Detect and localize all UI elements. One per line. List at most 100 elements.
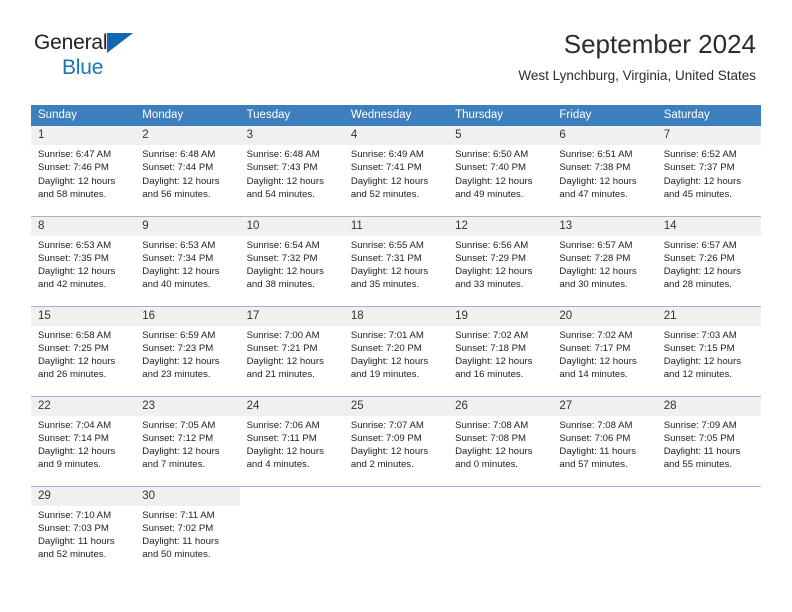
daylight-text-line1: Daylight: 12 hours: [663, 175, 742, 187]
logo-top-line: General: [34, 32, 214, 55]
day-details: Sunrise: 6:56 AM Sunset: 7:29 PM Daylight:…: [448, 236, 552, 292]
day-details: Sunrise: 6:57 AM Sunset: 7:26 PM Daylight:…: [657, 236, 761, 292]
sunset-text: Sunset: 7:31 PM: [350, 252, 422, 264]
day-details: Sunrise: 7:04 AM Sunset: 7:14 PM Daylight:…: [31, 416, 135, 472]
calendar-day-cell[interactable]: 22 Sunrise: 7:04 AM Sunset: 7:14 PM Dayligh…: [31, 395, 136, 486]
calendar-day-cell[interactable]: 5 Sunrise: 6:50 AM Sunset: 7:40 PM Daylight…: [448, 126, 553, 216]
calendar-day-cell[interactable]: 19 Sunrise: 7:02 AM Sunset: 7:18 PM Dayligh…: [448, 305, 553, 396]
sunrise-text: Sunrise: 6:53 AM: [38, 239, 112, 251]
calendar-day-cell[interactable]: 4 Sunrise: 6:49 AM Sunset: 7:41 PM Daylight…: [343, 126, 449, 216]
day-number: 10: [239, 216, 344, 236]
daylight-text-line1: Daylight: 12 hours: [38, 266, 116, 278]
daylight-text-line2: and 33 minutes.: [455, 279, 524, 291]
calendar-day-cell[interactable]: 6 Sunrise: 6:51 AM Sunset: 7:38 PM Daylight…: [552, 126, 657, 216]
daylight-text-line1: Daylight: 11 hours: [559, 446, 637, 458]
calendar-day-cell[interactable]: 9 Sunrise: 6:53 AM Sunset: 7:34 PM Daylight…: [135, 215, 240, 306]
calendar-day-cell[interactable]: 26 Sunrise: 7:08 AM Sunset: 7:08 PM Dayligh…: [448, 395, 553, 486]
daylight-text-line2: and 42 minutes.: [38, 279, 107, 291]
calendar-day-cell[interactable]: 7 Sunrise: 6:52 AM Sunset: 7:37 PM Daylight…: [656, 126, 761, 216]
calendar-day-cell[interactable]: 11 Sunrise: 6:55 AM Sunset: 7:31 PM Dayligh…: [343, 215, 449, 306]
calendar-day-cell[interactable]: 24 Sunrise: 7:06 AM Sunset: 7:11 PM Dayligh…: [239, 395, 344, 486]
daylight-text-line1: Daylight: 12 hours: [246, 266, 324, 278]
sunset-text: Sunset: 7:06 PM: [559, 432, 631, 444]
calendar-day-cell[interactable]: 18 Sunrise: 7:01 AM Sunset: 7:20 PM Dayligh…: [343, 305, 449, 396]
daylight-text-line2: and 50 minutes.: [142, 549, 211, 561]
calendar-day-cell[interactable]: 13 Sunrise: 6:57 AM Sunset: 7:28 PM Dayligh…: [552, 215, 657, 306]
calendar-day-cell[interactable]: 27 Sunrise: 7:08 AM Sunset: 7:06 PM Dayligh…: [552, 395, 657, 486]
calendar-day-cell-empty: [552, 485, 657, 576]
calendar-day-cell[interactable]: 16 Sunrise: 6:59 AM Sunset: 7:23 PM Dayligh…: [135, 305, 240, 396]
sunrise-text: Sunrise: 7:02 AM: [455, 329, 529, 341]
calendar-day-cell[interactable]: 23 Sunrise: 7:05 AM Sunset: 7:12 PM Dayligh…: [135, 395, 240, 486]
title-block: September 2024 West Lynchburg, Virginia,…: [518, 28, 756, 84]
day-details: Sunrise: 6:48 AM Sunset: 7:44 PM Daylight:…: [135, 145, 239, 201]
generalblue-logo[interactable]: General Blue: [34, 32, 214, 80]
day-details: Sunrise: 6:58 AM Sunset: 7:25 PM Daylight:…: [31, 326, 135, 382]
sunset-text: Sunset: 7:29 PM: [455, 252, 527, 264]
weekday-header-thursday: Thursday: [448, 105, 553, 126]
calendar-day-cell[interactable]: 12 Sunrise: 6:56 AM Sunset: 7:29 PM Dayligh…: [448, 215, 553, 306]
day-number: 24: [239, 396, 344, 416]
day-number: [448, 487, 552, 506]
daylight-text-line1: Daylight: 11 hours: [38, 536, 115, 548]
calendar-day-cell-empty: [343, 485, 449, 576]
sunset-text: Sunset: 7:18 PM: [455, 342, 527, 354]
day-details: Sunrise: 7:11 AM Sunset: 7:02 PM Daylight:…: [135, 506, 239, 562]
sunset-text: Sunset: 7:35 PM: [38, 252, 109, 264]
calendar-day-cell[interactable]: 25 Sunrise: 7:07 AM Sunset: 7:09 PM Dayligh…: [343, 395, 449, 486]
day-number: [552, 487, 656, 506]
daylight-text-line1: Daylight: 12 hours: [559, 356, 637, 368]
daylight-text-line2: and 54 minutes.: [246, 188, 315, 200]
day-number: 9: [135, 216, 240, 236]
daylight-text-line1: Daylight: 12 hours: [663, 266, 742, 278]
daylight-text-line1: Daylight: 11 hours: [663, 446, 741, 458]
calendar-day-cell[interactable]: 17 Sunrise: 7:00 AM Sunset: 7:21 PM Dayligh…: [239, 305, 344, 396]
sunrise-text: Sunrise: 6:59 AM: [142, 329, 216, 341]
sunset-text: Sunset: 7:28 PM: [559, 252, 631, 264]
daylight-text-line2: and 30 minutes.: [559, 279, 628, 291]
sunset-text: Sunset: 7:40 PM: [455, 162, 527, 174]
daylight-text-line2: and 58 minutes.: [38, 188, 107, 200]
daylight-text-line1: Daylight: 12 hours: [38, 356, 116, 368]
sunrise-text: Sunrise: 6:53 AM: [142, 239, 216, 251]
sunrise-text: Sunrise: 6:51 AM: [559, 149, 633, 160]
daylight-text-line2: and 2 minutes.: [350, 459, 414, 471]
calendar-day-cell[interactable]: 20 Sunrise: 7:02 AM Sunset: 7:17 PM Dayligh…: [552, 305, 657, 396]
daylight-text-line2: and 49 minutes.: [455, 188, 524, 200]
sunrise-text: Sunrise: 6:52 AM: [663, 149, 737, 160]
day-details: Sunrise: 6:55 AM Sunset: 7:31 PM Daylight:…: [344, 236, 448, 292]
sunset-text: Sunset: 7:17 PM: [559, 342, 631, 354]
calendar-day-cell[interactable]: 2 Sunrise: 6:48 AM Sunset: 7:44 PM Daylight…: [135, 126, 240, 216]
sunset-text: Sunset: 7:21 PM: [246, 342, 318, 354]
day-number: 2: [135, 126, 240, 145]
sunset-text: Sunset: 7:43 PM: [246, 162, 318, 174]
calendar-day-cell[interactable]: 8 Sunrise: 6:53 AM Sunset: 7:35 PM Daylight…: [31, 215, 136, 306]
calendar-day-cell[interactable]: 30 Sunrise: 7:11 AM Sunset: 7:02 PM Dayligh…: [135, 485, 240, 576]
day-number: 4: [343, 126, 449, 145]
calendar-week-row: 22 Sunrise: 7:04 AM Sunset: 7:14 PM Dayligh…: [31, 395, 761, 486]
calendar-week-row: 29 Sunrise: 7:10 AM Sunset: 7:03 PM Dayligh…: [31, 485, 761, 576]
sunrise-text: Sunrise: 7:08 AM: [559, 419, 633, 431]
sunset-text: Sunset: 7:02 PM: [142, 522, 214, 534]
weekday-header-wednesday: Wednesday: [343, 105, 449, 126]
sunrise-text: Sunrise: 6:49 AM: [350, 149, 424, 160]
calendar-day-cell[interactable]: 15 Sunrise: 6:58 AM Sunset: 7:25 PM Dayligh…: [31, 305, 136, 396]
day-number: 20: [552, 306, 657, 326]
calendar-day-cell[interactable]: 28 Sunrise: 7:09 AM Sunset: 7:05 PM Dayligh…: [656, 395, 761, 486]
daylight-text-line1: Daylight: 12 hours: [455, 356, 533, 368]
daylight-text-line2: and 23 minutes.: [142, 369, 211, 381]
daylight-text-line2: and 16 minutes.: [455, 369, 524, 381]
day-details: Sunrise: 6:53 AM Sunset: 7:35 PM Daylight:…: [31, 236, 135, 292]
calendar-day-cell[interactable]: 3 Sunrise: 6:48 AM Sunset: 7:43 PM Daylight…: [239, 126, 344, 216]
calendar-day-cell[interactable]: 14 Sunrise: 6:57 AM Sunset: 7:26 PM Dayligh…: [656, 215, 761, 306]
calendar-day-cell-empty: [448, 485, 553, 576]
day-details: Sunrise: 6:59 AM Sunset: 7:23 PM Daylight:…: [135, 326, 239, 382]
calendar-day-cell[interactable]: 1 Sunrise: 6:47 AM Sunset: 7:46 PM Daylight…: [31, 126, 136, 216]
calendar-day-cell[interactable]: 21 Sunrise: 7:03 AM Sunset: 7:15 PM Dayligh…: [656, 305, 761, 396]
calendar-day-cell[interactable]: 29 Sunrise: 7:10 AM Sunset: 7:03 PM Dayligh…: [31, 485, 136, 576]
calendar-day-cell[interactable]: 10 Sunrise: 6:54 AM Sunset: 7:32 PM Dayligh…: [239, 215, 344, 306]
day-number: 15: [31, 306, 136, 326]
daylight-text-line2: and 38 minutes.: [246, 279, 315, 291]
calendar-container: Sunday Monday Tuesday Wednesday Thursday…: [31, 105, 761, 576]
sunset-text: Sunset: 7:25 PM: [38, 342, 109, 354]
